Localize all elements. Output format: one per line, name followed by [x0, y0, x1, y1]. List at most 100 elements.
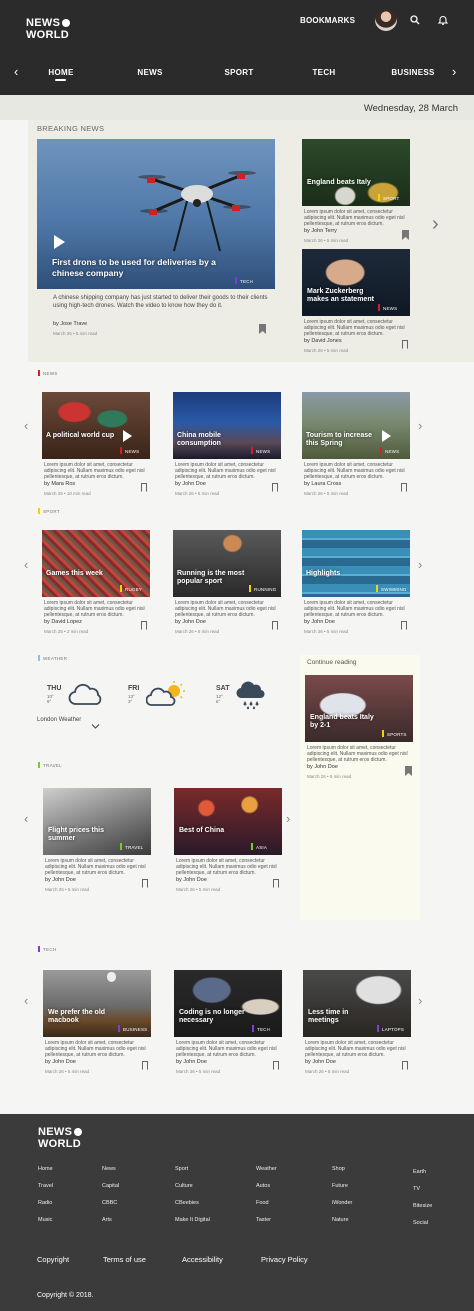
bookmark-icon[interactable]	[401, 621, 407, 630]
news-card-3[interactable]: Tourism to increase this Spring NEWS	[302, 392, 410, 459]
footer-terms-link[interactable]: Terms of use	[103, 1255, 146, 1264]
bookmark-icon[interactable]	[272, 621, 278, 630]
footer-link[interactable]: Earth	[413, 1169, 426, 1175]
bookmark-icon[interactable]	[405, 766, 412, 776]
weather-location-select[interactable]: London Weather	[37, 717, 81, 723]
footer-link[interactable]: Sport	[175, 1166, 188, 1172]
footer-link[interactable]: Capital	[102, 1183, 119, 1189]
footer-copyright-link[interactable]: Copyright	[37, 1255, 69, 1264]
nav-next-chevron-icon[interactable]: ›	[452, 65, 456, 78]
news-card-1[interactable]: A political world cup NEWS	[42, 392, 150, 459]
sport-next-chevron-icon[interactable]: ›	[418, 558, 422, 571]
footer-link[interactable]: Arts	[102, 1217, 112, 1223]
footer-link[interactable]: Travel	[38, 1183, 53, 1189]
search-icon[interactable]	[409, 13, 421, 31]
nav-item-tech[interactable]: TECH	[307, 68, 341, 77]
card-meta: March 26 • 10 min read	[44, 491, 91, 496]
footer-link[interactable]: Food	[256, 1200, 269, 1206]
bookmark-icon[interactable]	[273, 1061, 279, 1070]
card-tag: LAPTOPS	[377, 1025, 404, 1032]
tech-prev-chevron-icon[interactable]: ‹	[24, 994, 28, 1007]
tech-card-1[interactable]: We prefer the old macbook BUSINESS	[43, 970, 151, 1037]
nav-item-sport[interactable]: SPORT	[222, 68, 256, 77]
card-meta: March 26 • 5 min read	[305, 1069, 350, 1074]
bookmark-icon[interactable]	[273, 879, 279, 888]
bookmarks-link[interactable]: BOOKMARKS	[300, 16, 355, 25]
footer-link[interactable]: Autos	[256, 1183, 270, 1189]
breaking-news-title: BREAKING NEWS	[37, 124, 105, 133]
tech-card-3[interactable]: Less time in meetings LAPTOPS	[303, 970, 411, 1037]
footer-link[interactable]: CBeebies	[175, 1200, 199, 1206]
card-tag: NEWS	[251, 447, 270, 454]
drone-image	[138, 171, 256, 252]
footer-logo[interactable]: NEWS WORLD	[38, 1126, 83, 1150]
sport-card-1[interactable]: Games this week RUGBY	[42, 530, 150, 597]
bookmark-icon[interactable]	[401, 483, 407, 492]
nav-item-news[interactable]: NEWS	[133, 68, 167, 77]
travel-card-2[interactable]: Best of China ASIA	[174, 788, 282, 855]
news-card-2[interactable]: China mobile consumption NEWS	[173, 392, 281, 459]
play-icon[interactable]	[123, 430, 132, 442]
breaking-main-excerpt: A chinese shipping company has just star…	[53, 295, 268, 309]
tag-color-bar	[235, 277, 237, 284]
sport-card-3[interactable]: Highlights SWIMMING	[302, 530, 410, 597]
bookmark-icon[interactable]	[142, 1061, 148, 1070]
nav-item-business[interactable]: BUSINESS	[390, 68, 436, 77]
tag-color-bar	[120, 447, 122, 454]
card-author: by David Lopez	[44, 619, 82, 625]
footer-link[interactable]: TV	[413, 1186, 420, 1192]
sport-card-2[interactable]: Running is the most popular sport RUNNIN…	[173, 530, 281, 597]
travel-prev-chevron-icon[interactable]: ‹	[24, 812, 28, 825]
news-next-chevron-icon[interactable]: ›	[418, 419, 422, 432]
footer-link[interactable]: News	[102, 1166, 116, 1172]
weather-section-label: WEATHER	[38, 655, 67, 661]
footer-link[interactable]: iWonder	[332, 1200, 352, 1206]
bookmark-icon[interactable]	[141, 483, 147, 492]
footer-link[interactable]: Bitesize	[413, 1203, 432, 1209]
footer-accessibility-link[interactable]: Accessibility	[182, 1255, 223, 1264]
play-icon[interactable]	[382, 430, 391, 442]
breaking-main-card[interactable]: First drons to be used for deliveries by…	[37, 139, 275, 289]
sport-section-label: SPORT	[38, 508, 60, 514]
travel-card-1[interactable]: Flight prices this summer TRAVEL	[43, 788, 151, 855]
nav-item-home[interactable]: HOME	[44, 68, 78, 77]
footer-privacy-link[interactable]: Privacy Policy	[261, 1255, 308, 1264]
tech-card-2[interactable]: Coding is no longer necessary TECH	[174, 970, 282, 1037]
sport-prev-chevron-icon[interactable]: ‹	[24, 558, 28, 571]
bookmark-icon[interactable]	[402, 1061, 408, 1070]
footer-link[interactable]: Taster	[256, 1217, 271, 1223]
footer-link[interactable]: Social	[413, 1220, 428, 1226]
breaking-side-card-2[interactable]: Mark Zuckerberg makes an statement NEWS	[302, 249, 410, 316]
bookmark-icon[interactable]	[142, 879, 148, 888]
breaking-next-chevron-icon[interactable]: ›	[432, 214, 439, 234]
breaking-side-card-1[interactable]: England beats Italy SPORT	[302, 139, 410, 206]
footer-link[interactable]: Make It Digital	[175, 1217, 210, 1223]
chevron-down-icon[interactable]	[91, 717, 100, 735]
continue-card[interactable]: England beats Italy by 2-1 SPORTS	[305, 675, 413, 742]
footer-link[interactable]: Music	[38, 1217, 52, 1223]
footer-link[interactable]: Future	[332, 1183, 348, 1189]
travel-next-chevron-icon[interactable]: ›	[286, 812, 290, 825]
bookmark-icon[interactable]	[272, 483, 278, 492]
footer-link[interactable]: Shop	[332, 1166, 345, 1172]
play-icon[interactable]	[54, 235, 65, 249]
card-title: Tourism to increase this Spring	[306, 432, 373, 447]
footer-link[interactable]: CBBC	[102, 1200, 117, 1206]
bell-icon[interactable]	[437, 13, 449, 31]
nav-prev-chevron-icon[interactable]: ‹	[14, 65, 18, 78]
card-author: by Laura Cross	[304, 481, 342, 487]
logo[interactable]: NEWS WORLD	[26, 17, 71, 41]
bookmark-icon[interactable]	[141, 621, 147, 630]
footer-link[interactable]: Nature	[332, 1217, 349, 1223]
tag-color-bar	[120, 585, 122, 592]
tech-next-chevron-icon[interactable]: ›	[418, 994, 422, 1007]
news-prev-chevron-icon[interactable]: ‹	[24, 419, 28, 432]
footer-link[interactable]: Radio	[38, 1200, 52, 1206]
logo-line2: WORLD	[26, 29, 70, 41]
footer-link[interactable]: Weather	[256, 1166, 277, 1172]
weather-day-thu: THU	[47, 685, 62, 692]
avatar[interactable]	[375, 9, 397, 31]
footer-link[interactable]: Home	[38, 1166, 53, 1172]
footer-link[interactable]: Culture	[175, 1183, 193, 1189]
tag-color-bar	[380, 447, 382, 454]
